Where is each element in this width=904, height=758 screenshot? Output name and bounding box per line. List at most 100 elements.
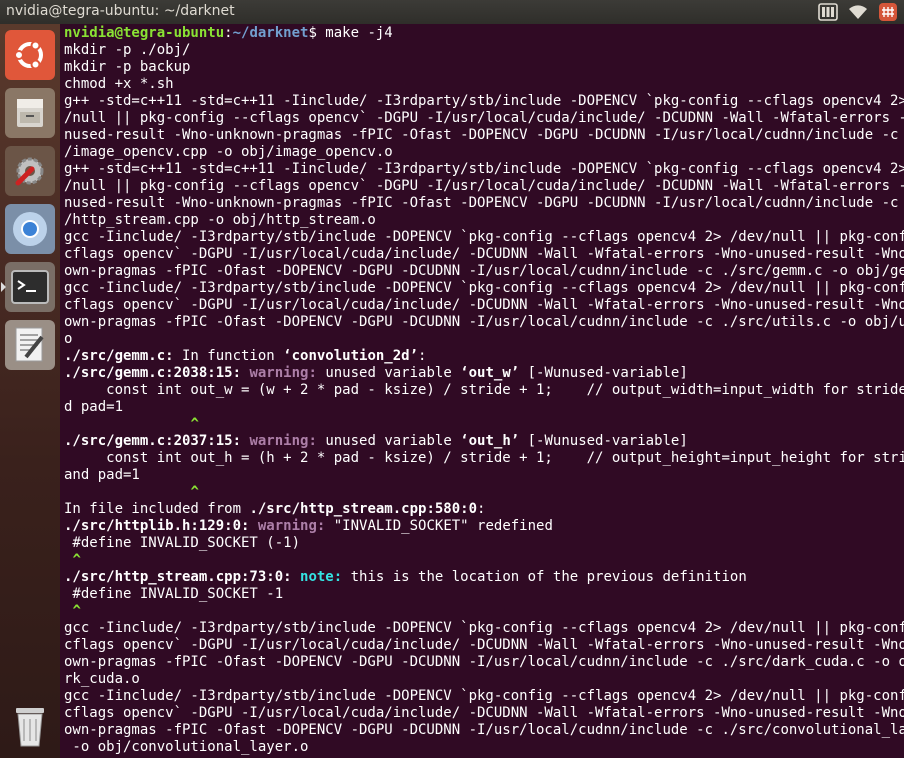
terminal-text: own-pragmas -fPIC -Ofast -DOPENCV -DGPU … xyxy=(64,263,904,279)
terminal-text: [-Wunused-variable] xyxy=(519,365,688,381)
terminal-text: own-pragmas -fPIC -Ofast -DOPENCV -DGPU … xyxy=(64,314,904,330)
terminal-line: nused-result -Wno-unknown-pragmas -fPIC … xyxy=(64,195,904,212)
terminal-text: chmod +x *.sh xyxy=(64,76,174,92)
terminal-text: rk_cuda.o xyxy=(64,671,140,687)
terminal-text: this is the location of the previous def… xyxy=(342,569,747,585)
terminal-text: mkdir -p ./obj/ xyxy=(64,42,191,58)
terminal-text: own-pragmas -fPIC -Ofast -DOPENCV -DGPU … xyxy=(64,654,904,670)
system-settings-icon[interactable] xyxy=(5,146,55,196)
terminal-lines: nvidia@tegra-ubuntu:~/darknet$ make -j4 m… xyxy=(64,25,904,756)
terminal-line: -o obj/convolutional_layer.o xyxy=(64,739,904,756)
terminal-text: gcc -Iinclude/ -I3rdparty/stb/include -D… xyxy=(64,688,904,704)
terminal-text: warning: xyxy=(249,433,317,449)
terminal-text: warning: xyxy=(257,518,326,534)
terminal-text: /null || pkg-config --cflags opencv` -DG… xyxy=(64,178,904,194)
terminal-text: ^ xyxy=(190,484,199,500)
terminal-text: mkdir -p backup xyxy=(64,59,191,75)
terminal-text: : xyxy=(477,501,486,517)
keyboard-icon[interactable] xyxy=(818,2,838,22)
system-tray xyxy=(818,2,898,22)
terminal-line: and pad=1 xyxy=(64,467,904,484)
terminal-line: ^ xyxy=(64,552,904,569)
terminal-line: gcc -Iinclude/ -I3rdparty/stb/include -D… xyxy=(64,229,904,246)
terminal-icon[interactable] xyxy=(1,262,55,312)
terminal-text: ./src/http_stream.cpp:580:0 xyxy=(249,501,478,517)
active-indicator xyxy=(1,282,6,292)
terminal-line: const int out_h = (h + 2 * pad - ksize) … xyxy=(64,450,904,467)
terminal-text: #define INVALID_SOCKET -1 xyxy=(64,586,284,602)
top-panel: nvidia@tegra-ubuntu: ~/darknet xyxy=(0,0,904,24)
terminal-text: cflags opencv` -DGPU -I/usr/local/cuda/i… xyxy=(64,705,904,721)
terminal-line: In file included from ./src/http_stream.… xyxy=(64,501,904,518)
terminal-line: #define INVALID_SOCKET -1 xyxy=(64,586,904,603)
terminal-line: chmod +x *.sh xyxy=(64,76,904,93)
terminal-line: cflags opencv` -DGPU -I/usr/local/cuda/i… xyxy=(64,297,904,314)
terminal-line: ./src/gemm.c: In function ‘convolution_2… xyxy=(64,348,904,365)
terminal-text: gcc -Iinclude/ -I3rdparty/stb/include -D… xyxy=(64,620,904,636)
terminal-text: note: xyxy=(300,569,343,585)
wifi-icon[interactable] xyxy=(848,2,868,22)
terminal-text: and pad=1 xyxy=(64,467,140,483)
terminal-line: ^ xyxy=(64,416,904,433)
terminal-text: ‘out_h’ xyxy=(460,433,520,449)
terminal-text: ^ xyxy=(190,416,199,432)
ubuntu-dash-icon[interactable] xyxy=(5,30,55,80)
terminal-line: g++ -std=c++11 -std=c++11 -Iinclude/ -I3… xyxy=(64,93,904,110)
terminal-text: const int out_h = (h + 2 * pad - ksize) … xyxy=(64,450,904,466)
terminal-line: mkdir -p ./obj/ xyxy=(64,42,904,59)
terminal-text: gcc -Iinclude/ -I3rdparty/stb/include -D… xyxy=(64,229,904,245)
terminal-text: ./src/httplib.h:129:0: xyxy=(64,518,250,534)
terminal-text: ./src/gemm.c: xyxy=(64,348,174,364)
terminal-line: gcc -Iinclude/ -I3rdparty/stb/include -D… xyxy=(64,280,904,297)
terminal-line: /image_opencv.cpp -o obj/image_opencv.o xyxy=(64,144,904,161)
terminal-line: cflags opencv` -DGPU -I/usr/local/cuda/i… xyxy=(64,637,904,654)
terminal-text: : xyxy=(224,25,233,41)
terminal-line: gcc -Iinclude/ -I3rdparty/stb/include -D… xyxy=(64,688,904,705)
terminal-text: o xyxy=(64,331,73,347)
terminal-text: /null || pkg-config --cflags opencv` -DG… xyxy=(64,110,904,126)
terminal-line: nused-result -Wno-unknown-pragmas -fPIC … xyxy=(64,127,904,144)
terminal-text: ‘convolution_2d’ xyxy=(283,348,419,364)
terminal-line: gcc -Iinclude/ -I3rdparty/stb/include -D… xyxy=(64,620,904,637)
terminal-text: ./src/gemm.c:2038:15: xyxy=(64,365,242,381)
terminal-text: /image_opencv.cpp -o obj/image_opencv.o xyxy=(64,144,393,160)
terminal-text: warning: xyxy=(249,365,317,381)
terminal-text: ./src/gemm.c:2037:15: xyxy=(64,433,242,449)
terminal-text: unused variable xyxy=(316,365,461,381)
terminal-line: #define INVALID_SOCKET (-1) xyxy=(64,535,904,552)
terminal-text: : xyxy=(418,348,427,364)
terminal-text: ‘out_w’ xyxy=(460,365,520,381)
terminal-text: In file included from xyxy=(64,501,250,517)
terminal-text: nused-result -Wno-unknown-pragmas -fPIC … xyxy=(64,195,904,211)
terminal-text: nvidia@tegra-ubuntu xyxy=(64,25,225,41)
terminal-text: own-pragmas -fPIC -Ofast -DOPENCV -DGPU … xyxy=(64,722,904,738)
terminal-text: const int out_w = (w + 2 * pad - ksize) … xyxy=(64,382,904,398)
terminal-line: g++ -std=c++11 -std=c++11 -Iinclude/ -I3… xyxy=(64,161,904,178)
terminal-text: cflags opencv` -DGPU -I/usr/local/cuda/i… xyxy=(64,297,904,313)
terminal-line: rk_cuda.o xyxy=(64,671,904,688)
terminal-text: unused variable xyxy=(316,433,461,449)
terminal-text: gcc -Iinclude/ -I3rdparty/stb/include -D… xyxy=(64,280,904,296)
terminal-line: ./src/gemm.c:2037:15: warning: unused va… xyxy=(64,433,904,450)
terminal-text: In function xyxy=(173,348,284,364)
terminal-line: o xyxy=(64,331,904,348)
input-method-icon[interactable] xyxy=(878,2,898,22)
terminal-line: ./src/gemm.c:2038:15: warning: unused va… xyxy=(64,365,904,382)
terminal-line: cflags opencv` -DGPU -I/usr/local/cuda/i… xyxy=(64,705,904,722)
terminal-text: #define INVALID_SOCKET (-1) xyxy=(64,535,301,551)
terminal-text: nused-result -Wno-unknown-pragmas -fPIC … xyxy=(64,127,904,143)
trash-icon[interactable] xyxy=(5,702,55,752)
launcher xyxy=(0,24,60,758)
terminal-output[interactable]: nvidia@tegra-ubuntu:~/darknet$ make -j4 m… xyxy=(60,24,904,758)
chromium-browser-icon[interactable] xyxy=(5,204,55,254)
terminal-line: nvidia@tegra-ubuntu:~/darknet$ make -j4 xyxy=(64,25,904,42)
files-icon[interactable] xyxy=(5,88,55,138)
terminal-line: ./src/http_stream.cpp:73:0: note: this i… xyxy=(64,569,904,586)
text-editor-icon[interactable] xyxy=(5,320,55,370)
terminal-text: [-Wunused-variable] xyxy=(519,433,688,449)
terminal-text: ^ xyxy=(72,552,81,568)
